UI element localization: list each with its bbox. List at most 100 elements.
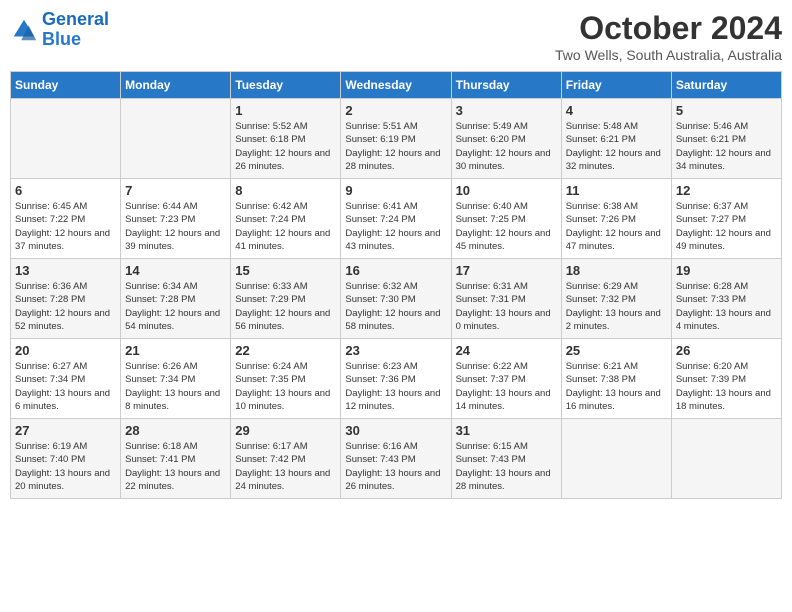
day-details: Sunrise: 6:34 AMSunset: 7:28 PMDaylight:… <box>125 280 226 333</box>
day-number: 11 <box>566 183 667 198</box>
calendar-week-4: 20 Sunrise: 6:27 AMSunset: 7:34 PMDaylig… <box>11 339 782 419</box>
day-details: Sunrise: 6:18 AMSunset: 7:41 PMDaylight:… <box>125 440 226 493</box>
day-details: Sunrise: 6:23 AMSunset: 7:36 PMDaylight:… <box>345 360 446 413</box>
calendar-cell: 23 Sunrise: 6:23 AMSunset: 7:36 PMDaylig… <box>341 339 451 419</box>
day-number: 16 <box>345 263 446 278</box>
calendar-cell: 28 Sunrise: 6:18 AMSunset: 7:41 PMDaylig… <box>121 419 231 499</box>
calendar-cell: 6 Sunrise: 6:45 AMSunset: 7:22 PMDayligh… <box>11 179 121 259</box>
day-number: 30 <box>345 423 446 438</box>
calendar-week-5: 27 Sunrise: 6:19 AMSunset: 7:40 PMDaylig… <box>11 419 782 499</box>
day-details: Sunrise: 6:27 AMSunset: 7:34 PMDaylight:… <box>15 360 116 413</box>
logo: General Blue <box>10 10 109 50</box>
day-number: 8 <box>235 183 336 198</box>
month-title: October 2024 <box>555 10 782 47</box>
day-number: 9 <box>345 183 446 198</box>
calendar-cell: 3 Sunrise: 5:49 AMSunset: 6:20 PMDayligh… <box>451 99 561 179</box>
day-details: Sunrise: 6:19 AMSunset: 7:40 PMDaylight:… <box>15 440 116 493</box>
calendar-cell: 18 Sunrise: 6:29 AMSunset: 7:32 PMDaylig… <box>561 259 671 339</box>
calendar-week-1: 1 Sunrise: 5:52 AMSunset: 6:18 PMDayligh… <box>11 99 782 179</box>
calendar-cell <box>671 419 781 499</box>
day-details: Sunrise: 6:17 AMSunset: 7:42 PMDaylight:… <box>235 440 336 493</box>
header-sunday: Sunday <box>11 72 121 99</box>
day-number: 17 <box>456 263 557 278</box>
day-number: 15 <box>235 263 336 278</box>
day-details: Sunrise: 6:21 AMSunset: 7:38 PMDaylight:… <box>566 360 667 413</box>
day-details: Sunrise: 6:31 AMSunset: 7:31 PMDaylight:… <box>456 280 557 333</box>
day-number: 18 <box>566 263 667 278</box>
day-number: 2 <box>345 103 446 118</box>
calendar-cell: 12 Sunrise: 6:37 AMSunset: 7:27 PMDaylig… <box>671 179 781 259</box>
location-subtitle: Two Wells, South Australia, Australia <box>555 47 782 63</box>
day-details: Sunrise: 6:41 AMSunset: 7:24 PMDaylight:… <box>345 200 446 253</box>
day-details: Sunrise: 6:32 AMSunset: 7:30 PMDaylight:… <box>345 280 446 333</box>
day-details: Sunrise: 6:38 AMSunset: 7:26 PMDaylight:… <box>566 200 667 253</box>
calendar-week-2: 6 Sunrise: 6:45 AMSunset: 7:22 PMDayligh… <box>11 179 782 259</box>
day-details: Sunrise: 6:40 AMSunset: 7:25 PMDaylight:… <box>456 200 557 253</box>
day-details: Sunrise: 6:16 AMSunset: 7:43 PMDaylight:… <box>345 440 446 493</box>
calendar-cell: 20 Sunrise: 6:27 AMSunset: 7:34 PMDaylig… <box>11 339 121 419</box>
calendar-cell <box>121 99 231 179</box>
day-details: Sunrise: 5:49 AMSunset: 6:20 PMDaylight:… <box>456 120 557 173</box>
day-number: 4 <box>566 103 667 118</box>
day-number: 1 <box>235 103 336 118</box>
day-number: 3 <box>456 103 557 118</box>
day-number: 27 <box>15 423 116 438</box>
day-details: Sunrise: 6:29 AMSunset: 7:32 PMDaylight:… <box>566 280 667 333</box>
calendar-cell: 9 Sunrise: 6:41 AMSunset: 7:24 PMDayligh… <box>341 179 451 259</box>
calendar-table: Sunday Monday Tuesday Wednesday Thursday… <box>10 71 782 499</box>
header-wednesday: Wednesday <box>341 72 451 99</box>
day-details: Sunrise: 6:24 AMSunset: 7:35 PMDaylight:… <box>235 360 336 413</box>
page-header: General Blue October 2024 Two Wells, Sou… <box>10 10 782 63</box>
header-row: Sunday Monday Tuesday Wednesday Thursday… <box>11 72 782 99</box>
calendar-cell <box>561 419 671 499</box>
header-monday: Monday <box>121 72 231 99</box>
calendar-cell: 17 Sunrise: 6:31 AMSunset: 7:31 PMDaylig… <box>451 259 561 339</box>
calendar-cell: 29 Sunrise: 6:17 AMSunset: 7:42 PMDaylig… <box>231 419 341 499</box>
logo-icon <box>10 16 38 44</box>
day-details: Sunrise: 6:36 AMSunset: 7:28 PMDaylight:… <box>15 280 116 333</box>
day-details: Sunrise: 6:42 AMSunset: 7:24 PMDaylight:… <box>235 200 336 253</box>
day-number: 12 <box>676 183 777 198</box>
calendar-week-3: 13 Sunrise: 6:36 AMSunset: 7:28 PMDaylig… <box>11 259 782 339</box>
calendar-cell: 16 Sunrise: 6:32 AMSunset: 7:30 PMDaylig… <box>341 259 451 339</box>
day-number: 22 <box>235 343 336 358</box>
header-friday: Friday <box>561 72 671 99</box>
day-details: Sunrise: 6:44 AMSunset: 7:23 PMDaylight:… <box>125 200 226 253</box>
day-details: Sunrise: 5:51 AMSunset: 6:19 PMDaylight:… <box>345 120 446 173</box>
calendar-cell: 26 Sunrise: 6:20 AMSunset: 7:39 PMDaylig… <box>671 339 781 419</box>
day-number: 13 <box>15 263 116 278</box>
day-number: 20 <box>15 343 116 358</box>
day-number: 29 <box>235 423 336 438</box>
calendar-cell: 25 Sunrise: 6:21 AMSunset: 7:38 PMDaylig… <box>561 339 671 419</box>
day-number: 6 <box>15 183 116 198</box>
logo-text: General Blue <box>42 10 109 50</box>
calendar-header: Sunday Monday Tuesday Wednesday Thursday… <box>11 72 782 99</box>
logo-line1: General <box>42 9 109 29</box>
calendar-cell: 4 Sunrise: 5:48 AMSunset: 6:21 PMDayligh… <box>561 99 671 179</box>
calendar-cell: 7 Sunrise: 6:44 AMSunset: 7:23 PMDayligh… <box>121 179 231 259</box>
calendar-cell: 2 Sunrise: 5:51 AMSunset: 6:19 PMDayligh… <box>341 99 451 179</box>
calendar-cell <box>11 99 121 179</box>
title-area: October 2024 Two Wells, South Australia,… <box>555 10 782 63</box>
day-details: Sunrise: 5:46 AMSunset: 6:21 PMDaylight:… <box>676 120 777 173</box>
calendar-cell: 21 Sunrise: 6:26 AMSunset: 7:34 PMDaylig… <box>121 339 231 419</box>
day-number: 31 <box>456 423 557 438</box>
calendar-cell: 11 Sunrise: 6:38 AMSunset: 7:26 PMDaylig… <box>561 179 671 259</box>
calendar-cell: 1 Sunrise: 5:52 AMSunset: 6:18 PMDayligh… <box>231 99 341 179</box>
day-number: 5 <box>676 103 777 118</box>
day-number: 24 <box>456 343 557 358</box>
calendar-cell: 24 Sunrise: 6:22 AMSunset: 7:37 PMDaylig… <box>451 339 561 419</box>
day-number: 21 <box>125 343 226 358</box>
day-details: Sunrise: 6:45 AMSunset: 7:22 PMDaylight:… <box>15 200 116 253</box>
calendar-cell: 14 Sunrise: 6:34 AMSunset: 7:28 PMDaylig… <box>121 259 231 339</box>
calendar-cell: 10 Sunrise: 6:40 AMSunset: 7:25 PMDaylig… <box>451 179 561 259</box>
day-details: Sunrise: 6:33 AMSunset: 7:29 PMDaylight:… <box>235 280 336 333</box>
calendar-cell: 19 Sunrise: 6:28 AMSunset: 7:33 PMDaylig… <box>671 259 781 339</box>
day-details: Sunrise: 6:22 AMSunset: 7:37 PMDaylight:… <box>456 360 557 413</box>
day-number: 7 <box>125 183 226 198</box>
day-details: Sunrise: 6:15 AMSunset: 7:43 PMDaylight:… <box>456 440 557 493</box>
header-tuesday: Tuesday <box>231 72 341 99</box>
calendar-cell: 27 Sunrise: 6:19 AMSunset: 7:40 PMDaylig… <box>11 419 121 499</box>
calendar-cell: 22 Sunrise: 6:24 AMSunset: 7:35 PMDaylig… <box>231 339 341 419</box>
day-number: 28 <box>125 423 226 438</box>
